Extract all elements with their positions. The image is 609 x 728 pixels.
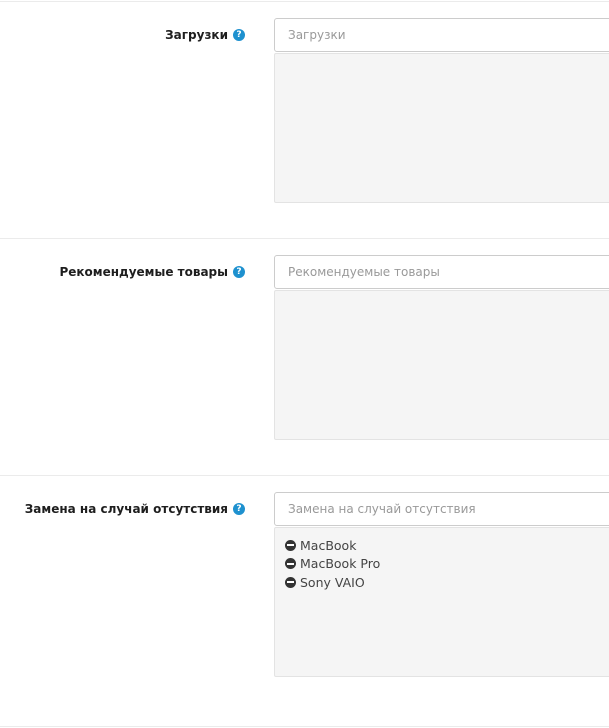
related-products-label: Рекомендуемые товары (59, 265, 228, 279)
minus-circle-icon[interactable] (285, 558, 296, 570)
form-group-downloads: Загрузки ? (0, 18, 609, 218)
list-item: MacBook (285, 536, 603, 555)
minus-circle-icon[interactable] (285, 539, 296, 551)
downloads-label: Загрузки (165, 28, 228, 42)
question-circle-icon[interactable]: ? (233, 503, 245, 515)
downloads-input[interactable] (274, 18, 609, 52)
list-item: Sony VAIO (285, 573, 603, 592)
related-products-list (274, 290, 609, 440)
label-row: Рекомендуемые товары ? (59, 265, 245, 279)
list-item-label: MacBook (300, 537, 357, 553)
label-row: Замена на случай отсутствия ? (25, 502, 245, 516)
list-item-label: Sony VAIO (300, 574, 365, 590)
form-group-related-products: Рекомендуемые товары ? (0, 255, 609, 455)
downloads-list (274, 53, 609, 203)
divider (0, 475, 609, 476)
question-circle-icon[interactable]: ? (233, 266, 245, 278)
divider (0, 726, 609, 727)
divider (0, 1, 609, 2)
substitutes-input[interactable] (274, 492, 609, 526)
divider (0, 238, 609, 239)
question-circle-icon[interactable]: ? (233, 29, 245, 41)
label-row: Загрузки ? (165, 28, 245, 42)
minus-circle-icon[interactable] (285, 576, 296, 588)
form-group-substitutes: Замена на случай отсутствия ? MacBook Ma… (0, 492, 609, 692)
substitutes-list: MacBook MacBook Pro Sony VAIO (274, 527, 609, 677)
list-item: MacBook Pro (285, 555, 603, 574)
related-products-input[interactable] (274, 255, 609, 289)
list-item-label: MacBook Pro (300, 556, 381, 572)
product-links-form: Загрузки ? Рекомендуемые товары ? Замена… (0, 0, 609, 728)
substitutes-label: Замена на случай отсутствия (24, 502, 228, 516)
